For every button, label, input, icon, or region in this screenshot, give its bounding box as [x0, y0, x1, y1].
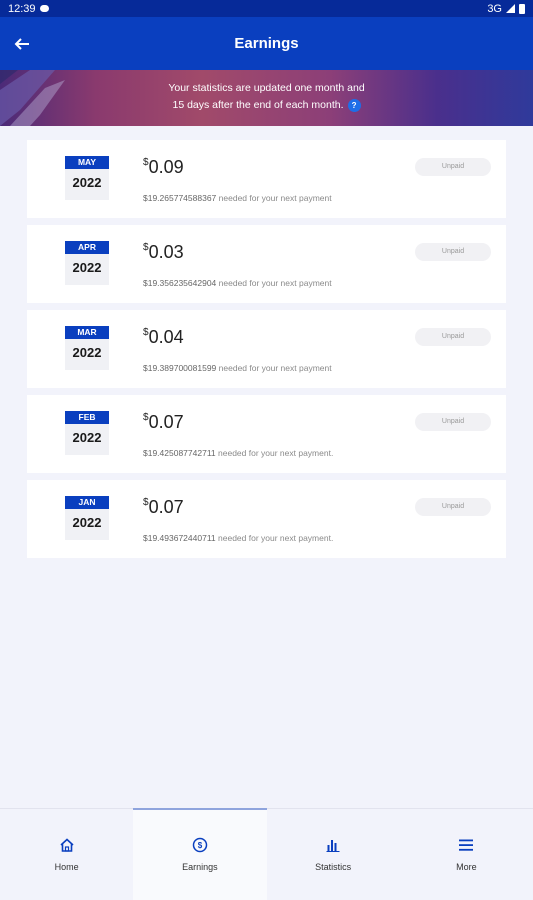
date-block: MAY 2022: [65, 156, 109, 200]
arrow-left-icon: [14, 37, 29, 50]
needed-text: $19.493672440711 needed for your next pa…: [143, 533, 333, 543]
needed-amount: $19.493672440711: [143, 533, 216, 543]
needed-text: $19.389700081599 needed for your next pa…: [143, 363, 332, 373]
app-bar: Earnings: [0, 17, 533, 70]
amount-value: 0.03: [148, 242, 184, 262]
needed-text: $19.356235642904 needed for your next pa…: [143, 278, 332, 288]
nav-label: Earnings: [182, 862, 218, 872]
status-bar: 12:39 3G: [0, 0, 533, 17]
help-icon[interactable]: ?: [347, 98, 361, 112]
status-time: 12:39: [8, 2, 36, 15]
nav-label: Home: [54, 862, 79, 872]
year-label: 2022: [72, 430, 102, 445]
amount-value: 0.09: [148, 157, 184, 177]
needed-label: needed for your next payment.: [218, 448, 334, 458]
month-label: FEB: [65, 411, 109, 424]
svg-text:$: $: [198, 841, 203, 850]
dollar-circle-icon: $: [192, 837, 208, 853]
banner-line-1: Your statistics are updated one month an…: [168, 82, 365, 94]
needed-text: $19.425087742711 needed for your next pa…: [143, 448, 333, 458]
needed-label: needed for your next payment: [218, 278, 332, 288]
date-block: MAR 2022: [65, 326, 109, 370]
date-block: FEB 2022: [65, 411, 109, 455]
earning-amount: $0.04: [143, 327, 184, 348]
nav-earnings[interactable]: $ Earnings: [133, 808, 267, 900]
earning-amount: $0.07: [143, 497, 184, 518]
status-badge[interactable]: Unpaid: [415, 158, 491, 176]
year-label: 2022: [72, 175, 102, 190]
bar-chart-icon: [326, 840, 340, 852]
amount-value: 0.07: [148, 497, 184, 517]
signal-icon: [506, 4, 515, 13]
year-label: 2022: [72, 260, 102, 275]
earning-amount: $0.03: [143, 242, 184, 263]
amount-value: 0.04: [148, 327, 184, 347]
menu-icon: [459, 839, 474, 851]
status-badge[interactable]: Unpaid: [415, 328, 491, 346]
needed-label: needed for your next payment: [218, 193, 332, 203]
nav-label: More: [456, 862, 477, 872]
needed-amount: $19.356235642904: [143, 278, 217, 288]
message-notification-icon: [39, 5, 49, 12]
month-label: MAR: [65, 326, 109, 339]
banner-line-2-text: 15 days after the end of each month.: [172, 99, 344, 111]
needed-amount: $19.265774588367: [143, 193, 217, 203]
status-badge[interactable]: Unpaid: [415, 413, 491, 431]
month-label: APR: [65, 241, 109, 254]
needed-label: needed for your next payment: [218, 363, 332, 373]
amount-value: 0.07: [148, 412, 184, 432]
month-label: MAY: [65, 156, 109, 169]
banner-line-2: 15 days after the end of each month.?: [0, 97, 533, 114]
needed-text: $19.265774588367 needed for your next pa…: [143, 193, 332, 203]
year-label: 2022: [72, 345, 102, 360]
bottom-navigation: Home $ Earnings Statistics More: [0, 808, 533, 900]
earnings-card[interactable]: FEB 2022 $0.07 $19.425087742711 needed f…: [27, 395, 506, 473]
battery-icon: [519, 3, 525, 14]
nav-label: Statistics: [315, 862, 352, 872]
year-label: 2022: [72, 515, 102, 530]
earnings-card[interactable]: JAN 2022 $0.07 $19.493672440711 needed f…: [27, 480, 506, 558]
page-title: Earnings: [234, 35, 299, 52]
earning-amount: $0.07: [143, 412, 184, 433]
earnings-card[interactable]: MAR 2022 $0.04 $19.389700081599 needed f…: [27, 310, 506, 388]
nav-statistics[interactable]: Statistics: [267, 809, 400, 900]
network-type: 3G: [487, 2, 502, 15]
home-icon: [60, 838, 74, 852]
nav-more[interactable]: More: [400, 809, 533, 900]
needed-amount: $19.425087742711: [143, 448, 216, 458]
earnings-card[interactable]: APR 2022 $0.03 $19.356235642904 needed f…: [27, 225, 506, 303]
nav-home[interactable]: Home: [0, 809, 133, 900]
earning-amount: $0.09: [143, 157, 184, 178]
back-button[interactable]: [2, 24, 42, 64]
earnings-card[interactable]: MAY 2022 $0.09 $19.265774588367 needed f…: [27, 140, 506, 218]
needed-amount: $19.389700081599: [143, 363, 217, 373]
month-label: JAN: [65, 496, 109, 509]
earnings-list: MAY 2022 $0.09 $19.265774588367 needed f…: [27, 140, 506, 565]
status-badge[interactable]: Unpaid: [415, 498, 491, 516]
date-block: APR 2022: [65, 241, 109, 285]
info-banner: Your statistics are updated one month an…: [0, 70, 533, 126]
date-block: JAN 2022: [65, 496, 109, 540]
status-badge[interactable]: Unpaid: [415, 243, 491, 261]
needed-label: needed for your next payment.: [218, 533, 334, 543]
